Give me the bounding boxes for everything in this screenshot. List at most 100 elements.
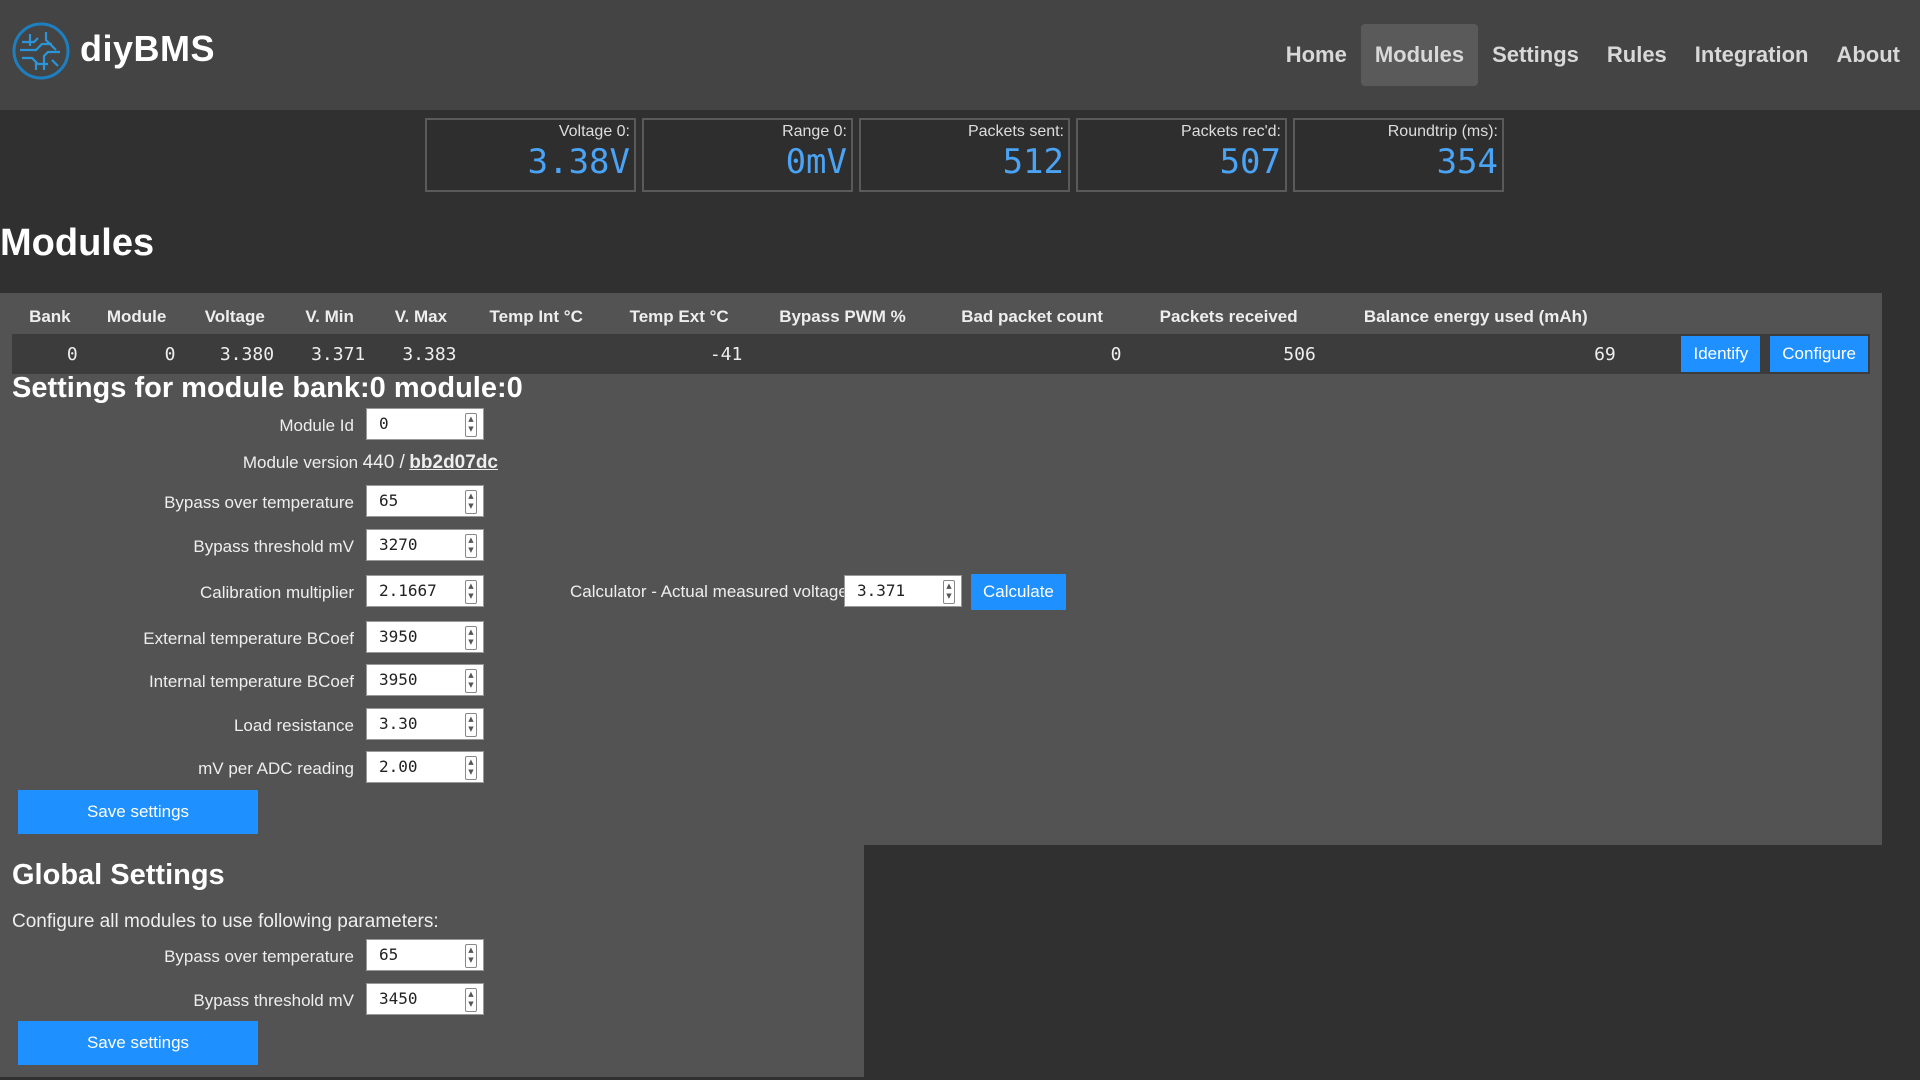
stat-label: Voltage 0:: [558, 123, 630, 140]
diybms-logo-icon: [12, 22, 70, 80]
ext-bcoef-input[interactable]: 3950 ▲ ▼: [366, 621, 484, 653]
calibration-label: Calibration multiplier: [199, 583, 354, 602]
stat-value: 0mV: [785, 142, 847, 182]
spinner-icon[interactable]: ▲ ▼: [465, 669, 477, 693]
save-global-settings-button[interactable]: Save settings: [18, 1021, 258, 1065]
calculator-label: Calculator - Actual measured voltage: [570, 582, 848, 601]
global-bypass-temp-input[interactable]: 65 ▲ ▼: [366, 939, 484, 971]
col-temp-ext: Temp Ext °C: [629, 307, 729, 326]
stat-value: 3.38V: [527, 142, 630, 182]
load-resistance-input[interactable]: 3.30 ▲ ▼: [366, 708, 484, 740]
cell-packets-received: 506: [1131, 334, 1326, 374]
brand-name: diyBMS: [80, 28, 216, 69]
col-balance-energy: Balance energy used (mAh): [1363, 307, 1588, 326]
modules-table: Bank Module Voltage V. Min V. Max Temp I…: [12, 300, 1870, 374]
calculator-value: 3.371: [857, 581, 906, 600]
int-bcoef-label: Internal temperature BCoef: [148, 672, 354, 691]
col-temp-int: Temp Int °C: [489, 307, 583, 326]
spinner-icon[interactable]: ▲ ▼: [465, 534, 477, 558]
spinner-icon[interactable]: ▲ ▼: [465, 490, 477, 514]
spinner-icon[interactable]: ▲ ▼: [465, 713, 477, 737]
calibration-value: 2.1667: [379, 581, 437, 600]
main-nav: Home Modules Settings Rules Integration …: [1272, 24, 1914, 86]
cell-voltage: 3.380: [185, 334, 285, 374]
calculator-input[interactable]: 3.371 ▲ ▼: [844, 575, 962, 607]
page-title: Modules: [0, 222, 155, 264]
stat-range: Range 0: 0mV: [642, 118, 853, 192]
module-id-label: Module Id: [279, 416, 354, 435]
ext-bcoef-label: External temperature BCoef: [143, 629, 354, 648]
nav-about[interactable]: About: [1822, 24, 1914, 86]
global-bypass-threshold-value: 3450: [379, 989, 418, 1008]
stat-label: Packets sent:: [967, 123, 1064, 140]
configure-button[interactable]: Configure: [1770, 336, 1868, 372]
calibration-input[interactable]: 2.1667 ▲ ▼: [366, 575, 484, 607]
nav-settings[interactable]: Settings: [1478, 24, 1593, 86]
spinner-icon[interactable]: ▲ ▼: [465, 626, 477, 650]
int-bcoef-value: 3950: [379, 670, 418, 689]
col-packets-received: Packets received: [1159, 307, 1298, 326]
col-bad-packets: Bad packet count: [961, 307, 1103, 326]
save-module-settings-button[interactable]: Save settings: [18, 790, 258, 834]
cell-module: 0: [87, 334, 186, 374]
calculate-button[interactable]: Calculate: [971, 574, 1066, 610]
table-row[interactable]: 0 0 3.380 3.371 3.383 -41 0 506 69 Ident…: [12, 334, 1870, 374]
cell-balance-energy: 69: [1325, 334, 1626, 374]
bypass-threshold-value: 3270: [379, 535, 418, 554]
stat-label: Roundtrip (ms):: [1387, 123, 1498, 140]
stat-packets-received: Packets rec'd: 507: [1076, 118, 1287, 192]
mv-per-adc-input[interactable]: 2.00 ▲ ▼: [366, 751, 484, 783]
stat-roundtrip: Roundtrip (ms): 354: [1293, 118, 1504, 192]
cell-actions: Identify Configure: [1625, 334, 1870, 374]
module-version-value: 440 /: [362, 452, 405, 473]
bypass-threshold-input[interactable]: 3270 ▲ ▼: [366, 529, 484, 561]
int-bcoef-input[interactable]: 3950 ▲ ▼: [366, 664, 484, 696]
col-module: Module: [106, 307, 167, 326]
bypass-temp-input[interactable]: 65 ▲ ▼: [366, 485, 484, 517]
module-version-label: Module version: [242, 453, 359, 472]
nav-integration[interactable]: Integration: [1681, 24, 1823, 86]
global-bypass-threshold-input[interactable]: 3450 ▲ ▼: [366, 983, 484, 1015]
nav-modules[interactable]: Modules: [1360, 24, 1479, 86]
identify-button[interactable]: Identify: [1681, 336, 1761, 372]
nav-home[interactable]: Home: [1272, 24, 1361, 86]
module-id-value: 0: [379, 414, 389, 433]
spinner-icon[interactable]: ▲ ▼: [465, 756, 477, 780]
global-bypass-temp-value: 65: [379, 945, 399, 964]
module-version-row: Module version 440 / bb2d07dc: [0, 452, 498, 480]
bypass-temp-label: Bypass over temperature: [164, 493, 354, 512]
load-resistance-label: Load resistance: [233, 716, 354, 735]
stat-value: 354: [1436, 142, 1498, 182]
spinner-icon[interactable]: ▲ ▼: [465, 413, 477, 437]
spinner-icon[interactable]: ▲ ▼: [465, 988, 477, 1012]
cell-bank: 0: [12, 334, 88, 374]
col-vmax: V. Max: [394, 307, 448, 326]
spinner-icon[interactable]: ▲ ▼: [943, 580, 955, 604]
cell-vmax: 3.383: [375, 334, 467, 374]
ext-bcoef-value: 3950: [379, 627, 418, 646]
stat-value: 507: [1219, 142, 1281, 182]
col-bank: Bank: [29, 307, 71, 326]
module-settings-title: Settings for module bank:0 module:0: [12, 372, 523, 404]
stats-bar: Voltage 0: 3.38V Range 0: 0mV Packets se…: [425, 118, 1504, 192]
cell-temp-int: [466, 334, 606, 374]
spinner-icon[interactable]: ▲ ▼: [465, 580, 477, 604]
stat-packets-sent: Packets sent: 512: [859, 118, 1070, 192]
global-settings-title: Global Settings: [12, 859, 225, 891]
col-bypass-pwm: Bypass PWM %: [779, 307, 906, 326]
global-bypass-threshold-label: Bypass threshold mV: [193, 991, 354, 1010]
nav-rules[interactable]: Rules: [1593, 24, 1681, 86]
cell-temp-ext: -41: [605, 334, 753, 374]
module-version-hash-link[interactable]: bb2d07dc: [409, 452, 498, 473]
stat-label: Range 0:: [782, 123, 847, 140]
top-bar: diyBMS Home Modules Settings Rules Integ…: [0, 0, 1920, 110]
bypass-threshold-label: Bypass threshold mV: [193, 537, 354, 556]
module-id-input[interactable]: 0 ▲ ▼: [366, 408, 484, 440]
stat-label: Packets rec'd:: [1181, 123, 1281, 140]
stat-value: 512: [1002, 142, 1064, 182]
mv-per-adc-value: 2.00: [379, 757, 418, 776]
bypass-temp-value: 65: [379, 491, 399, 510]
table-header-row: Bank Module Voltage V. Min V. Max Temp I…: [12, 300, 1870, 334]
mv-per-adc-label: mV per ADC reading: [198, 759, 354, 778]
spinner-icon[interactable]: ▲ ▼: [465, 944, 477, 968]
